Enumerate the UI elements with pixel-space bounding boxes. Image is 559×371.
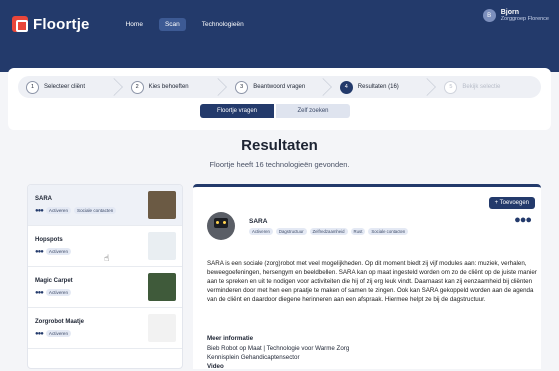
tag: Sociale contacten <box>74 207 117 214</box>
step-number: 2 <box>130 80 144 94</box>
tag: Activeren <box>45 207 72 214</box>
page-title: Resultaten <box>241 137 318 154</box>
results-list: SARA ●●● Activeren Sociale contacten Hop… <box>27 184 183 369</box>
item-thumbnail <box>148 191 176 219</box>
more-info-heading: Meer informatie <box>207 335 254 342</box>
tag: Zelfredzaamheid <box>309 228 348 235</box>
brand-name: Floortje <box>33 15 90 33</box>
hand-cursor-icon: ☝ <box>104 253 110 263</box>
chevron-right-icon <box>313 78 332 96</box>
step-resultaten[interactable]: 4 Resultaten (16) <box>332 76 437 98</box>
avatar: B <box>482 9 496 22</box>
item-thumbnail <box>148 314 176 342</box>
tag: Rust <box>350 228 366 235</box>
detail-tags: Activeren Dagstructuur Zelfredzaamheid R… <box>249 228 411 235</box>
step-selecteer-client[interactable]: 1 Selecteer cliënt <box>18 76 123 98</box>
robot-face <box>214 218 228 228</box>
detail-description: SARA is een sociale (zorg)robot met veel… <box>207 260 537 303</box>
more-info-link[interactable]: Kennisplein Gehandicaptensector <box>207 353 349 362</box>
step-label: Resultaten (16) <box>357 84 399 90</box>
step-number: 1 <box>26 80 39 94</box>
results-subtitle: Floortje heeft 16 technologieën gevonden… <box>209 160 350 169</box>
detail-name: SARA <box>249 218 268 225</box>
list-item[interactable]: SARA ●●● Activeren Sociale contacten <box>28 185 182 226</box>
step-label: Bekijk selectie <box>462 84 501 90</box>
step-beantwoord-vragen[interactable]: 3 Beantwoord vragen <box>227 76 332 98</box>
user-name: Bjorn <box>500 9 519 16</box>
step-kies-behoeften[interactable]: 2 Kies behoeften <box>123 76 228 98</box>
chevron-right-icon <box>104 78 123 96</box>
nav-links: Home Scan Technologieën <box>120 17 260 31</box>
item-thumbnail <box>148 232 176 260</box>
step-number: 3 <box>235 80 249 94</box>
step-number: 5 <box>444 80 458 94</box>
tag: Sociale contacten <box>368 228 409 235</box>
user-org: Zorggroep Florence <box>500 16 549 22</box>
robot-avatar <box>207 212 235 240</box>
more-info-links: Bieb Robot op Maat | Technologie voor Wa… <box>207 344 349 371</box>
rating-dots-icon: ●●● <box>35 207 44 214</box>
rating-dots-icon: ●●● <box>35 248 44 255</box>
floortje-vragen-button[interactable]: Floortje vragen <box>200 104 274 118</box>
step-label: Beantwoord vragen <box>253 84 306 90</box>
rating-dots-icon: ●●● <box>35 289 44 296</box>
nav-link-scan[interactable]: Scan <box>158 17 186 31</box>
chevron-right-icon <box>418 78 437 96</box>
robot-eye-icon <box>216 221 219 224</box>
list-item[interactable]: Magic Carpet ●●● Activeren <box>28 267 182 308</box>
more-info-link[interactable]: Bieb Robot op Maat | Technologie voor Wa… <box>207 344 349 353</box>
step-label: Selecteer cliënt <box>44 84 86 90</box>
robot-eye-icon <box>223 221 226 224</box>
rating-dots-icon: ●●● <box>514 214 532 226</box>
stepper: 1 Selecteer cliënt 2 Kies behoeften 3 Be… <box>18 76 541 98</box>
top-navbar: Floortje Home Scan Technologieën B Bjorn… <box>0 0 559 48</box>
user-menu[interactable]: B Bjorn Zorggroep Florence <box>482 9 549 22</box>
tag: Activeren <box>45 289 72 296</box>
rating-dots-icon: ●●● <box>35 330 44 337</box>
tag: Dagstructuur <box>275 228 307 235</box>
item-thumbnail <box>148 273 176 301</box>
step-label: Kies behoeften <box>148 84 189 90</box>
list-item[interactable]: Zorgrobot Maatje ●●● Activeren <box>28 308 182 349</box>
nav-link-technologieen[interactable]: Technologieën <box>196 18 250 31</box>
add-button[interactable]: + Toevoegen <box>488 197 535 209</box>
tag: Activeren <box>249 228 273 235</box>
step-number: 4 <box>339 80 353 94</box>
nav-link-home[interactable]: Home <box>120 18 149 31</box>
detail-panel: + Toevoegen ●●● SARA Activeren Dagstruct… <box>193 184 541 371</box>
more-info-link[interactable]: Video <box>207 362 349 371</box>
tag: Activeren <box>45 248 72 255</box>
zelf-zoeken-button[interactable]: Zelf zoeken <box>276 104 350 118</box>
chevron-right-icon <box>209 78 228 96</box>
step-bekijk-selectie[interactable]: 5 Bekijk selectie <box>436 76 541 98</box>
stepper-card: 1 Selecteer cliënt 2 Kies behoeften 3 Be… <box>8 68 551 130</box>
search-mode-toggle: Floortje vragen Zelf zoeken <box>200 104 350 118</box>
floortje-logo-icon <box>12 16 28 32</box>
brand-logo[interactable]: Floortje <box>12 16 90 33</box>
tag: Activeren <box>45 330 72 337</box>
